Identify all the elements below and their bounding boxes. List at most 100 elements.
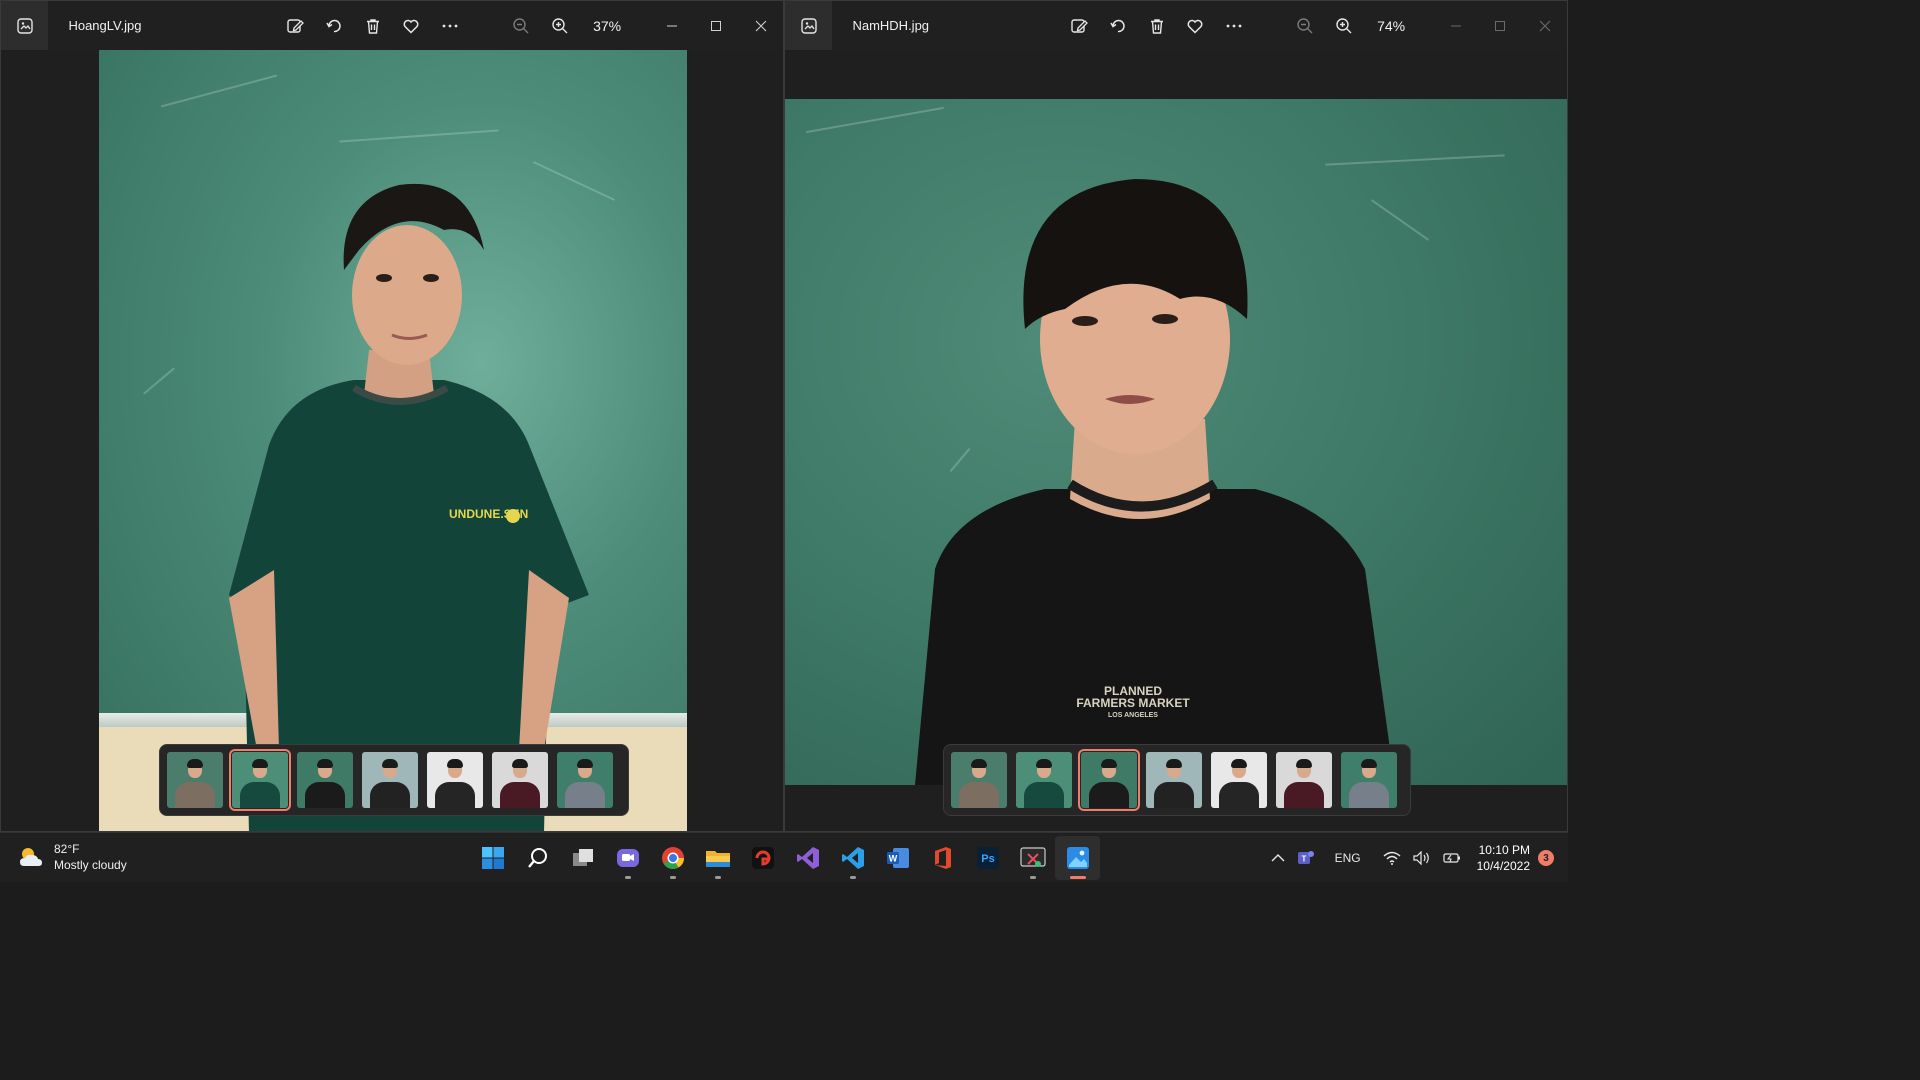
maximize-button[interactable] [694,10,739,42]
thumbnail-figure [565,782,605,808]
filmstrip-thumbnail[interactable] [362,752,418,808]
svg-text:T: T [1301,855,1306,864]
more-options-icon[interactable] [431,6,470,46]
title-bar[interactable]: NamHDH.jpg 74% [785,1,1567,50]
photoshop-icon[interactable]: Ps [965,836,1010,880]
thumbnail-figure [187,759,203,768]
photos-window-right[interactable]: NamHDH.jpg 74% PLANNED FARMERS MARKET LO… [784,0,1568,832]
chrome-icon[interactable] [650,836,695,880]
delete-icon[interactable] [353,6,392,46]
photos-icon[interactable] [1055,836,1100,880]
clock[interactable]: 10:10 PM 10/4/2022 [1477,842,1530,874]
thumbnail-figure [1296,759,1312,768]
weather-description: Mostly cloudy [54,858,127,872]
thumbnail-figure [175,782,215,808]
thumbnail-figure [1166,759,1182,768]
thumbnail-figure [500,782,540,808]
wifi-icon[interactable] [1383,851,1401,865]
zoom-level[interactable]: 74% [1367,18,1415,34]
filmstrip[interactable] [159,744,629,816]
thumbnail-figure [317,759,333,768]
filmstrip-thumbnail[interactable] [1016,752,1072,808]
image-viewport[interactable]: UNDUNE.SEN [1,50,783,831]
photos-app-icon[interactable] [785,1,833,50]
weather-widget[interactable]: 82°F Mostly cloudy [18,841,127,873]
favorite-heart-icon[interactable] [392,6,431,46]
thumbnail-figure [1101,759,1117,768]
filmstrip-thumbnail[interactable] [1341,752,1397,808]
zoom-in-icon[interactable] [1324,6,1363,46]
shirt-print-text: UNDUNE.SEN [449,507,528,521]
clock-date: 10/4/2022 [1476,859,1530,873]
taskbar-apps[interactable]: W Ps [470,836,1100,880]
file-explorer-icon[interactable] [695,836,740,880]
filmstrip[interactable] [943,744,1411,816]
task-view-icon[interactable] [560,836,605,880]
thumbnail-figure [577,759,593,768]
photos-window-left[interactable]: HoangLV.jpg 37% UNDUNE.SEN [0,0,784,832]
system-tray[interactable]: T ENG 10:10 PM 10/4/2022 3 [1265,833,1568,883]
cloudy-weather-icon [20,848,42,866]
favorite-heart-icon[interactable] [1176,6,1215,46]
filmstrip-thumbnail[interactable] [229,749,291,811]
filmstrip-thumbnail[interactable] [427,752,483,808]
thumbnail-figure [240,782,280,808]
filmstrip-thumbnail[interactable] [1211,752,1267,808]
teams-tray-icon[interactable]: T [1297,849,1315,867]
photo-hoanglv: UNDUNE.SEN [99,50,687,831]
taskbar[interactable]: 82°F Mostly cloudy W Ps T ENG 10:10 PM 1… [0,832,1568,882]
person-illustration: PLANNED FARMERS MARKET LOS ANGELES [915,179,1395,785]
person-illustration: UNDUNE.SEN [229,183,589,831]
filmstrip-thumbnail[interactable] [167,752,223,808]
rotate-icon[interactable] [315,6,354,46]
title-bar[interactable]: HoangLV.jpg 37% [1,1,783,50]
word-icon[interactable]: W [875,836,920,880]
delete-icon[interactable] [1137,6,1176,46]
zoom-out-icon[interactable] [1285,6,1324,46]
thumbnail-figure [1024,782,1064,808]
thumbnail-figure [447,759,463,768]
clock-time: 10:10 PM [1478,843,1530,857]
thumbnail-figure [252,759,268,768]
close-button[interactable] [738,10,783,42]
thumbnail-figure [1219,782,1259,808]
thumbnail-figure [435,782,475,808]
chevron-up-icon[interactable] [1271,853,1285,863]
zoom-out-icon[interactable] [501,6,540,46]
close-button[interactable] [1522,10,1567,42]
filmstrip-thumbnail[interactable] [1276,752,1332,808]
thumbnail-figure [512,759,528,768]
edit-image-icon[interactable] [276,6,315,46]
garena-icon[interactable] [740,836,785,880]
filmstrip-thumbnail[interactable] [1146,752,1202,808]
visual-studio-icon[interactable] [785,836,830,880]
search-icon[interactable] [515,836,560,880]
maximize-button[interactable] [1478,10,1523,42]
filmstrip-thumbnail[interactable] [297,752,353,808]
vscode-icon[interactable] [830,836,875,880]
svg-text:W: W [888,854,897,864]
notification-badge[interactable]: 3 [1538,850,1554,866]
edit-image-icon[interactable] [1060,6,1099,46]
filmstrip-thumbnail[interactable] [492,752,548,808]
minimize-button[interactable] [1433,10,1478,42]
zoom-level[interactable]: 37% [583,18,631,34]
filmstrip-thumbnail[interactable] [557,752,613,808]
battery-icon[interactable] [1443,851,1461,865]
minimize-button[interactable] [649,10,694,42]
filmstrip-thumbnail[interactable] [1078,749,1140,811]
more-options-icon[interactable] [1215,6,1254,46]
office-icon[interactable] [920,836,965,880]
rotate-icon[interactable] [1099,6,1138,46]
teams-chat-icon[interactable] [605,836,650,880]
snipping-tool-icon[interactable] [1010,836,1055,880]
filmstrip-thumbnail[interactable] [951,752,1007,808]
photos-app-icon[interactable] [1,1,49,50]
volume-icon[interactable] [1413,851,1431,865]
zoom-in-icon[interactable] [540,6,579,46]
start-icon[interactable] [470,836,515,880]
image-viewport[interactable]: PLANNED FARMERS MARKET LOS ANGELES [785,50,1567,831]
language-indicator[interactable]: ENG [1335,851,1361,865]
file-name: HoangLV.jpg [68,18,142,33]
thumbnail-figure [370,782,410,808]
